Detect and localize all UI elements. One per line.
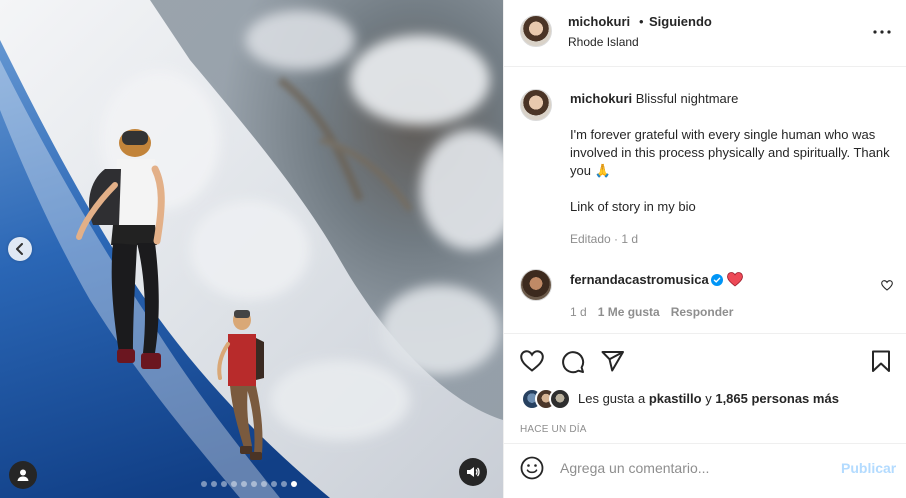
more-horizontal-icon	[873, 30, 891, 34]
carousel-dot	[281, 481, 287, 487]
bookmark-icon	[872, 350, 890, 372]
post-location[interactable]: Rhode Island	[568, 35, 639, 49]
red-heart-emoji-icon	[726, 272, 743, 287]
caption: michokuri Blissful nightmare I'm forever…	[570, 90, 890, 216]
carousel-dot	[211, 481, 217, 487]
comment-time: 1 d	[570, 305, 587, 319]
likes-summary: Les gusta a pkastillo y 1,865 personas m…	[504, 384, 906, 414]
commenter-avatar[interactable]	[520, 269, 552, 301]
comment-likes-link[interactable]: 1 Me gusta	[598, 305, 660, 319]
carousel-dot	[201, 481, 207, 487]
speaker-icon	[467, 467, 480, 477]
paper-plane-icon	[601, 351, 624, 372]
carousel-dot	[291, 481, 297, 487]
comment-bubble-icon	[562, 351, 585, 374]
header-separator: •	[639, 14, 644, 29]
likes-others-link[interactable]: 1,865 personas más	[715, 391, 839, 406]
post-media[interactable]	[0, 0, 503, 498]
tagged-users-button[interactable]	[9, 461, 37, 489]
carousel-dot	[231, 481, 237, 487]
comment-like-button[interactable]	[881, 279, 893, 294]
comments-section: michokuri Blissful nightmare I'm forever…	[504, 67, 906, 334]
author-avatar[interactable]	[520, 15, 552, 47]
post-actions	[504, 334, 906, 384]
save-button[interactable]	[871, 350, 891, 372]
post-header: michokuri • Siguiendo Rhode Island	[504, 0, 906, 67]
post-sidebar: michokuri • Siguiendo Rhode Island micho…	[503, 0, 906, 498]
heart-outline-icon	[881, 280, 893, 291]
carousel-dot	[251, 481, 257, 487]
caption-paragraph-1: I'm forever grateful with every single h…	[570, 127, 890, 178]
like-button[interactable]	[520, 350, 544, 372]
skydiving-photo	[0, 0, 503, 498]
liker-avatar	[549, 388, 571, 410]
carousel-dot	[241, 481, 247, 487]
likes-text: Les gusta a pkastillo y 1,865 personas m…	[578, 391, 839, 406]
post-time-row: HACE UN DÍA	[504, 414, 906, 444]
carousel-dot	[271, 481, 277, 487]
more-options-button[interactable]	[870, 22, 894, 42]
following-button[interactable]: Siguiendo	[649, 14, 712, 29]
comment-button[interactable]	[561, 350, 585, 374]
caption-author[interactable]: michokuri	[570, 91, 632, 106]
emoji-picker-button[interactable]	[520, 456, 544, 480]
comment-reply-button[interactable]: Responder	[671, 305, 734, 319]
caption-author-avatar[interactable]	[520, 89, 552, 121]
post-comment-button[interactable]: Publicar	[841, 460, 896, 476]
verified-badge-icon	[710, 274, 723, 286]
caption-title: Blissful nightmare	[635, 91, 739, 106]
add-comment-bar: Publicar	[504, 444, 906, 498]
comment-input[interactable]	[560, 458, 830, 478]
smiley-icon	[520, 456, 544, 480]
liker-username[interactable]: pkastillo	[649, 391, 702, 406]
likes-conjunction: y	[705, 391, 712, 406]
carousel-prev-button[interactable]	[8, 237, 32, 261]
carousel-dot	[221, 481, 227, 487]
share-button[interactable]	[601, 350, 625, 372]
carousel-dot	[261, 481, 267, 487]
chevron-left-icon	[16, 243, 23, 255]
audio-toggle-button[interactable]	[459, 458, 487, 486]
caption-meta: Editado · 1 d	[570, 232, 639, 246]
comment: fernandacastromusica	[570, 271, 743, 289]
heart-outline-icon	[520, 350, 544, 372]
post-timestamp[interactable]: HACE UN DÍA	[520, 424, 587, 435]
carousel-indicator	[201, 481, 297, 487]
caption-paragraph-2: Link of story in my bio	[570, 199, 696, 214]
user-tag-icon	[17, 469, 29, 481]
comment-meta: 1 d 1 Me gusta Responder	[570, 305, 733, 319]
commenter-username[interactable]: fernandacastromusica	[570, 272, 709, 287]
likes-prefix: Les gusta a	[578, 391, 646, 406]
liker-avatars[interactable]	[521, 388, 581, 410]
post-dialog: michokuri • Siguiendo Rhode Island micho…	[0, 0, 906, 498]
author-username[interactable]: michokuri	[568, 14, 630, 29]
